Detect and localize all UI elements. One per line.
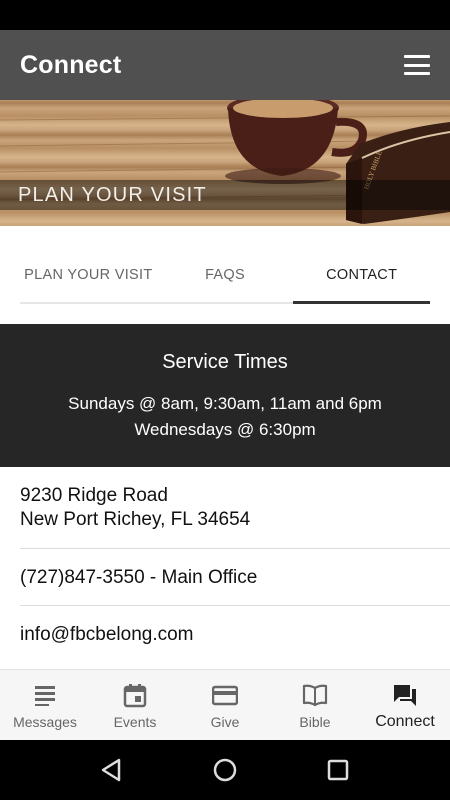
tab-plan-your-visit[interactable]: PLAN YOUR VISIT	[20, 248, 157, 302]
messages-icon	[35, 686, 55, 706]
service-times-title: Service Times	[162, 351, 288, 373]
contact-list: 9230 Ridge Road New Port Richey, FL 3465…	[20, 467, 450, 670]
tab-faqs[interactable]: FAQS	[157, 248, 294, 302]
chat-icon	[394, 685, 416, 706]
page-title: Connect	[20, 50, 122, 79]
book-icon	[302, 684, 328, 707]
system-navigation-bar	[0, 740, 450, 800]
app-bar: Connect	[0, 30, 450, 100]
hero-banner: HOLY BIBLE PLAN YOUR VISIT	[0, 100, 450, 226]
nav-messages[interactable]: Messages	[0, 670, 90, 740]
wednesday-times: Wednesdays @ 6:30pm	[134, 420, 316, 439]
email-item[interactable]: info@fbcbelong.com	[20, 606, 450, 670]
nav-bible[interactable]: Bible	[270, 670, 360, 740]
nav-label-events: Events	[113, 714, 157, 730]
nav-label-messages: Messages	[13, 714, 77, 730]
phone-item[interactable]: (727)847-3550 - Main Office	[20, 549, 450, 606]
nav-events[interactable]: Events	[90, 670, 180, 740]
nav-label-bible: Bible	[299, 714, 331, 730]
sunday-times: Sundays @ 8am, 9:30am, 11am and 6pm	[68, 394, 382, 413]
nav-connect[interactable]: Connect	[360, 670, 450, 740]
card-icon	[212, 685, 238, 706]
phone-text: (727)847-3550 - Main Office	[20, 567, 258, 588]
service-times-box: Service Times Sundays @ 8am, 9:30am, 11a…	[0, 324, 450, 467]
home-icon[interactable]	[210, 755, 240, 785]
address-item[interactable]: 9230 Ridge Road New Port Richey, FL 3465…	[20, 467, 450, 549]
email-text: info@fbcbelong.com	[20, 624, 194, 645]
address-line-1: 9230 Ridge Road	[20, 485, 168, 506]
recents-icon[interactable]	[323, 755, 353, 785]
calendar-icon	[123, 684, 147, 708]
back-icon[interactable]	[97, 755, 127, 785]
tab-bar: PLAN YOUR VISIT FAQS CONTACT	[20, 248, 430, 304]
nav-label-connect: Connect	[375, 713, 435, 730]
nav-give[interactable]: Give	[180, 670, 270, 740]
nav-label-give: Give	[210, 714, 240, 730]
status-bar	[0, 0, 450, 30]
hero-label: PLAN YOUR VISIT	[0, 180, 450, 210]
bottom-navigation: Messages Events Give Bible Connect	[0, 669, 450, 740]
hamburger-menu-icon[interactable]	[404, 55, 430, 75]
tab-contact[interactable]: CONTACT	[293, 248, 430, 304]
address-line-2: New Port Richey, FL 34654	[20, 509, 251, 530]
